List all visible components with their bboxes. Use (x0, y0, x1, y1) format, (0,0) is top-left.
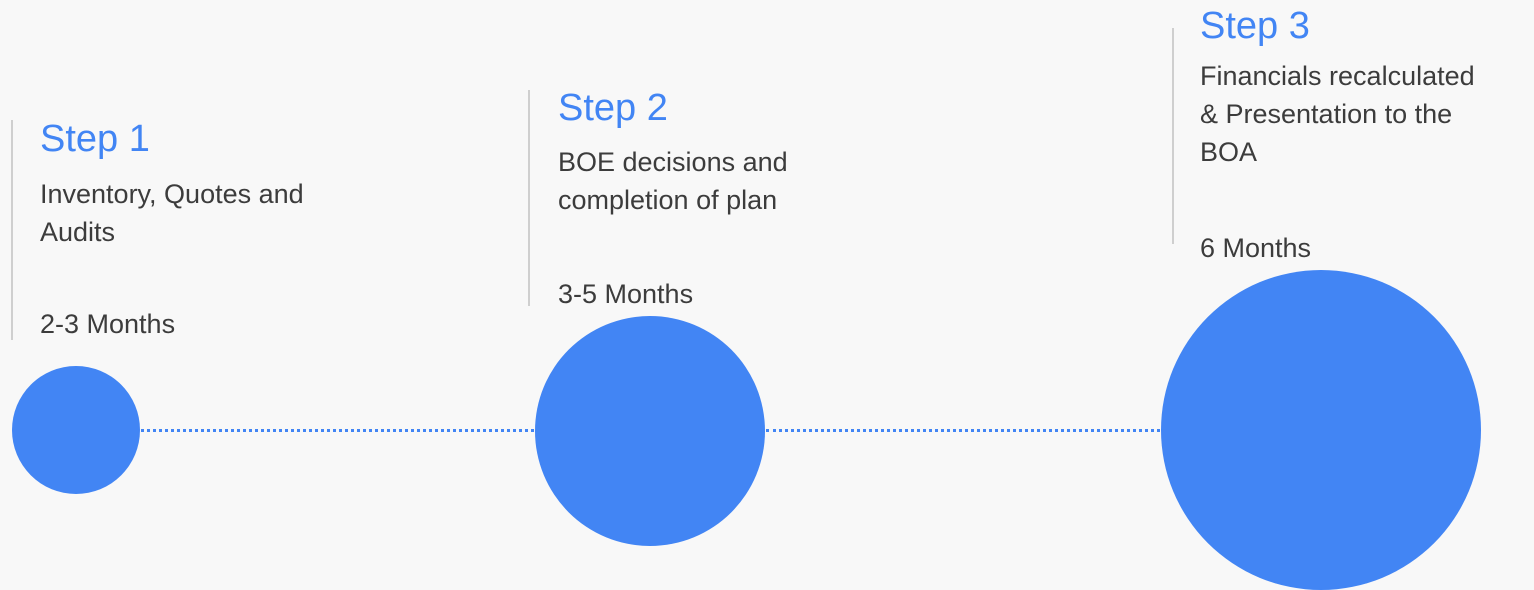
step-2-description-line-1: BOE decisions and (558, 147, 788, 177)
step-1-description: Inventory, Quotes and Audits (40, 175, 304, 251)
step-3-description-line-1: Financials recalculated (1200, 61, 1475, 91)
step-2-title: Step 2 (558, 87, 668, 129)
connector-2-3 (766, 429, 1160, 432)
connector-1-2 (141, 429, 534, 432)
step-1-description-line-1: Inventory, Quotes and (40, 179, 304, 209)
step-1-node (12, 366, 140, 494)
step-3-node (1161, 270, 1481, 590)
step-3-divider (1172, 28, 1174, 244)
step-1-divider (11, 120, 13, 340)
step-3-title: Step 3 (1200, 5, 1310, 47)
step-1-duration: 2-3 Months (40, 309, 176, 339)
step-3-description-line-3: BOA (1200, 137, 1258, 167)
step-3-description: Financials recalculated & Presentation t… (1200, 57, 1475, 171)
step-1-description-line-2: Audits (40, 217, 116, 247)
step-2-duration: 3-5 Months (558, 279, 694, 309)
step-2-node (535, 316, 765, 546)
step-3-duration: 6 Months (1200, 233, 1312, 263)
step-2-description: BOE decisions and completion of plan (558, 143, 788, 219)
step-2-divider (528, 90, 530, 306)
step-2-description-line-2: completion of plan (558, 185, 778, 215)
step-1-title: Step 1 (40, 118, 150, 160)
step-3-description-line-2: & Presentation to the (1200, 99, 1453, 129)
